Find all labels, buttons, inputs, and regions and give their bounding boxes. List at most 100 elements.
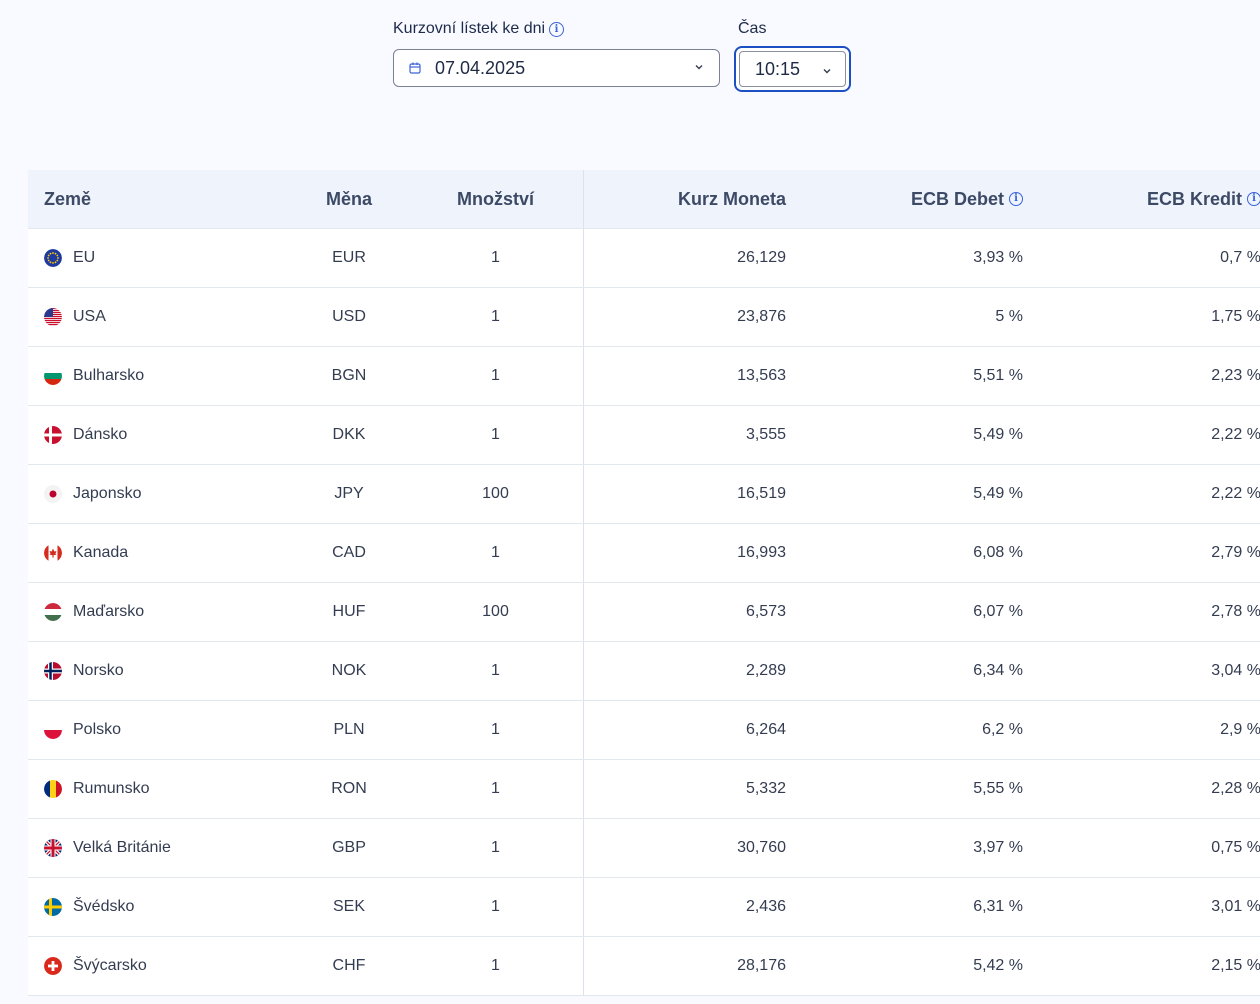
rate-value: 28,176	[583, 936, 802, 996]
country-cell: Dánsko	[28, 405, 290, 465]
country-cell: Polsko	[28, 700, 290, 760]
country-cell: Švédsko	[28, 877, 290, 937]
currency-code: RON	[290, 759, 408, 819]
ro-flag-icon	[44, 780, 62, 798]
date-picker[interactable]: 07.04.2025	[393, 49, 720, 87]
currency-code: DKK	[290, 405, 408, 465]
ecb-credit-value: 2,28 %	[1039, 759, 1260, 819]
ecb-debit-value: 6,34 %	[802, 641, 1039, 701]
table-header: Země Měna Množství Kurz Moneta ECB Debet…	[28, 170, 1260, 229]
currency-code: HUF	[290, 582, 408, 642]
ca-flag-icon	[44, 544, 62, 562]
quantity-value: 1	[408, 936, 584, 996]
pl-flag-icon	[44, 721, 62, 739]
us-flag-icon	[44, 308, 62, 326]
table-row: Švédsko SEK 1 2,436 6,31 % 3,01 %	[28, 877, 1260, 937]
currency-code: EUR	[290, 228, 408, 288]
table-row: Norsko NOK 1 2,289 6,34 % 3,04 %	[28, 641, 1260, 701]
rate-value: 6,264	[583, 700, 802, 760]
currency-code: SEK	[290, 877, 408, 937]
time-select-box[interactable]: 10:15	[739, 51, 846, 87]
rate-value: 30,760	[583, 818, 802, 878]
rate-value: 2,436	[583, 877, 802, 937]
country-cell: Japonsko	[28, 464, 290, 524]
currency-code: USD	[290, 287, 408, 347]
dk-flag-icon	[44, 426, 62, 444]
country-cell: Norsko	[28, 641, 290, 701]
rate-value: 16,519	[583, 464, 802, 524]
column-header-ecb-debit: ECB Debet i	[802, 170, 1039, 229]
info-icon[interactable]: i	[1247, 192, 1260, 206]
quantity-value: 1	[408, 818, 584, 878]
ecb-debit-value: 3,93 %	[802, 228, 1039, 288]
ecb-credit-value: 2,15 %	[1039, 936, 1260, 996]
calendar-icon	[409, 62, 421, 74]
ecb-debit-value: 6,31 %	[802, 877, 1039, 937]
country-cell: Velká Británie	[28, 818, 290, 878]
rate-value: 23,876	[583, 287, 802, 347]
country-cell: EU	[28, 228, 290, 288]
column-header-ecb-credit: ECB Kredit i	[1039, 170, 1260, 229]
ecb-debit-value: 5,55 %	[802, 759, 1039, 819]
date-label-text: Kurzovní lístek ke dni	[393, 20, 546, 37]
table-body: EU EUR 1 26,129 3,93 % 0,7 % USA USD 1 23,876 5 % 1…	[28, 228, 1260, 996]
chevron-down-icon	[823, 69, 831, 74]
country-cell: Bulharsko	[28, 346, 290, 406]
quantity-value: 100	[408, 464, 584, 524]
time-select[interactable]: 10:15	[734, 46, 851, 92]
quantity-value: 100	[408, 582, 584, 642]
ecb-credit-label: ECB Kredit	[1146, 188, 1242, 209]
country-name: Velká Británie	[73, 839, 171, 856]
table-row: Bulharsko BGN 1 13,563 5,51 % 2,23 %	[28, 346, 1260, 406]
country-name: Dánsko	[73, 426, 128, 443]
exchange-rate-table: Země Měna Množství Kurz Moneta ECB Debet…	[28, 170, 1260, 996]
ecb-credit-value: 3,01 %	[1039, 877, 1260, 937]
quantity-value: 1	[408, 287, 584, 347]
quantity-value: 1	[408, 877, 584, 937]
ecb-credit-value: 2,22 %	[1039, 405, 1260, 465]
table-row: Švýcarsko CHF 1 28,176 5,42 % 2,15 %	[28, 936, 1260, 996]
time-value: 10:15	[755, 58, 801, 79]
table-row: Dánsko DKK 1 3,555 5,49 % 2,22 %	[28, 405, 1260, 465]
currency-code: GBP	[290, 818, 408, 878]
ecb-debit-value: 5,42 %	[802, 936, 1039, 996]
country-cell: Rumunsko	[28, 759, 290, 819]
date-value: 07.04.2025	[435, 57, 526, 78]
ecb-credit-value: 3,04 %	[1039, 641, 1260, 701]
chevron-down-icon	[695, 65, 703, 70]
table-row: Japonsko JPY 100 16,519 5,49 % 2,22 %	[28, 464, 1260, 524]
country-cell: USA	[28, 287, 290, 347]
bg-flag-icon	[44, 367, 62, 385]
rate-value: 6,573	[583, 582, 802, 642]
country-name: Rumunsko	[73, 780, 150, 797]
country-name: Maďarsko	[73, 603, 145, 620]
rate-value: 13,563	[583, 346, 802, 406]
ecb-debit-value: 5 %	[802, 287, 1039, 347]
table-row: Maďarsko HUF 100 6,573 6,07 % 2,78 %	[28, 582, 1260, 642]
country-cell: Kanada	[28, 523, 290, 583]
ecb-debit-value: 5,49 %	[802, 464, 1039, 524]
rate-filters: Kurzovní lístek ke dni i 07.04.2025 Čas …	[0, 0, 1260, 120]
info-icon[interactable]: i	[1009, 192, 1023, 206]
ecb-credit-value: 2,23 %	[1039, 346, 1260, 406]
currency-code: JPY	[290, 464, 408, 524]
ecb-debit-value: 5,49 %	[802, 405, 1039, 465]
rate-value: 2,289	[583, 641, 802, 701]
ecb-debit-label: ECB Debet	[910, 188, 1004, 209]
country-name: Švýcarsko	[73, 957, 147, 974]
ecb-credit-value: 0,75 %	[1039, 818, 1260, 878]
column-header-rate: Kurz Moneta	[583, 170, 802, 229]
currency-code: CAD	[290, 523, 408, 583]
info-icon[interactable]: i	[549, 21, 565, 37]
ecb-credit-value: 0,7 %	[1039, 228, 1260, 288]
se-flag-icon	[44, 898, 62, 916]
rate-value: 16,993	[583, 523, 802, 583]
rate-value: 5,332	[583, 759, 802, 819]
currency-code: PLN	[290, 700, 408, 760]
table-row: Rumunsko RON 1 5,332 5,55 % 2,28 %	[28, 759, 1260, 819]
jp-flag-icon	[44, 485, 62, 503]
currency-code: BGN	[290, 346, 408, 406]
ecb-debit-value: 6,07 %	[802, 582, 1039, 642]
currency-code: CHF	[290, 936, 408, 996]
gb-flag-icon	[44, 839, 62, 857]
